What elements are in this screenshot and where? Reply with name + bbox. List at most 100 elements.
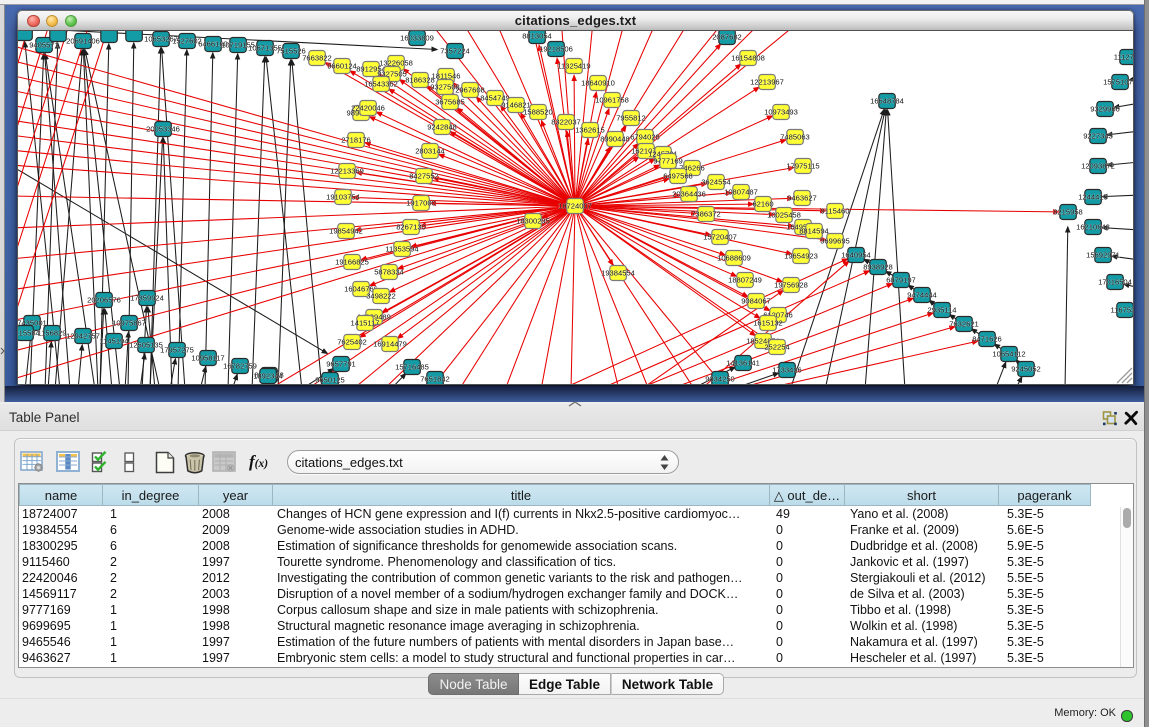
svg-text:7386372: 7386372 xyxy=(691,210,721,219)
svg-text:3915584: 3915584 xyxy=(17,329,40,338)
svg-text:2718176: 2718176 xyxy=(341,136,371,145)
svg-text:10973493: 10973493 xyxy=(764,108,798,117)
svg-text:7651842: 7651842 xyxy=(420,375,450,384)
svg-text:1415117: 1415117 xyxy=(351,319,380,328)
svg-text:11325419: 11325419 xyxy=(557,62,590,71)
svg-text:9699695: 9699695 xyxy=(820,237,850,246)
svg-text:1640954: 1640954 xyxy=(841,251,871,260)
svg-text:7357224: 7357224 xyxy=(440,47,470,56)
svg-text:3675685: 3675685 xyxy=(435,98,465,107)
svg-text:14136141: 14136141 xyxy=(726,359,760,368)
svg-text:9242848: 9242848 xyxy=(427,123,457,132)
svg-text:10807487: 10807487 xyxy=(724,188,758,197)
svg-text:8267130: 8267130 xyxy=(396,223,426,232)
svg-text:15692971: 15692971 xyxy=(1086,251,1120,260)
svg-text:18640910: 18640910 xyxy=(581,79,615,88)
svg-text:19166825: 19166825 xyxy=(335,258,369,267)
svg-text:8813054: 8813054 xyxy=(522,32,552,41)
svg-text:3624554: 3624554 xyxy=(701,178,731,187)
svg-text:22420046: 22420046 xyxy=(351,104,385,113)
svg-text:18807249: 18807249 xyxy=(728,276,762,285)
svg-text:1615132: 1615132 xyxy=(753,319,783,328)
svg-text:16914479: 16914479 xyxy=(373,340,407,349)
svg-text:19218506: 19218506 xyxy=(539,45,573,54)
svg-text:20364436: 20364436 xyxy=(672,190,706,199)
svg-text:18300295: 18300295 xyxy=(516,217,550,226)
svg-text:6879197: 6879197 xyxy=(886,276,916,285)
svg-text:252254: 252254 xyxy=(764,343,789,352)
svg-text:17957275: 17957275 xyxy=(160,346,194,355)
svg-text:10958117: 10958117 xyxy=(191,354,224,363)
svg-text:17359924: 17359924 xyxy=(130,294,164,303)
svg-text:17016504: 17016504 xyxy=(1098,278,1132,287)
svg-text:8215958: 8215958 xyxy=(1053,208,1083,217)
svg-text:16543362: 16543362 xyxy=(364,80,398,89)
svg-text:17975115: 17975115 xyxy=(786,162,819,171)
svg-text:2935114: 2935114 xyxy=(928,306,957,315)
svg-text:9474444: 9474444 xyxy=(907,291,937,300)
svg-text:6794028: 6794028 xyxy=(630,133,660,142)
svg-text:9227343: 9227343 xyxy=(1083,132,1113,141)
svg-text:10961758: 10961758 xyxy=(595,96,629,105)
svg-text:12505135: 12505135 xyxy=(129,341,163,350)
svg-text:8427552: 8427552 xyxy=(409,172,439,181)
svg-text:1156829: 1156829 xyxy=(38,329,67,338)
svg-text:1145194: 1145194 xyxy=(100,337,129,346)
svg-text:9115460: 9115460 xyxy=(821,207,850,216)
svg-text:19103754: 19103754 xyxy=(326,193,360,202)
svg-text:12093872: 12093872 xyxy=(1081,162,1115,171)
svg-text:9329966: 9329966 xyxy=(1090,105,1120,114)
svg-text:12213369: 12213369 xyxy=(330,167,364,176)
svg-text:16648784: 16648784 xyxy=(870,97,904,106)
svg-text:1892344: 1892344 xyxy=(253,372,283,381)
svg-text:1588520: 1588520 xyxy=(523,108,553,117)
svg-text:10688609: 10688609 xyxy=(717,254,751,263)
svg-text:2087682: 2087682 xyxy=(712,33,742,42)
svg-text:15751074: 15751074 xyxy=(1103,78,1134,87)
svg-text:9245052: 9245052 xyxy=(1011,365,1041,374)
svg-text:1112733: 1112733 xyxy=(1114,53,1134,62)
svg-text:12942757: 12942757 xyxy=(66,332,100,341)
svg-text:15720407: 15720407 xyxy=(703,233,737,242)
svg-text:3498222: 3498222 xyxy=(366,292,396,301)
svg-text:16782759: 16782759 xyxy=(223,362,257,371)
svg-text:1167533: 1167533 xyxy=(1111,306,1135,315)
svg-text:19756928: 19756928 xyxy=(774,281,808,290)
svg-text:7625402: 7625402 xyxy=(337,338,367,347)
svg-text:16033809: 16033809 xyxy=(400,34,434,43)
svg-text:7955812: 7955812 xyxy=(616,114,646,123)
svg-text:20691406: 20691406 xyxy=(66,37,100,46)
svg-text:7485063: 7485063 xyxy=(780,133,810,142)
svg-text:19654923: 19654923 xyxy=(784,252,818,261)
svg-text:19384554: 19384554 xyxy=(601,269,635,278)
svg-text:20206576: 20206576 xyxy=(87,296,121,305)
svg-text:12213967: 12213967 xyxy=(750,78,784,87)
svg-text:1244415: 1244415 xyxy=(1078,193,1108,202)
svg-text:9034250: 9034250 xyxy=(705,375,735,384)
svg-text:7632621: 7632621 xyxy=(949,320,979,329)
svg-text:16154808: 16154808 xyxy=(731,54,765,63)
svg-text:10025458: 10025458 xyxy=(767,211,801,220)
svg-text:8814594: 8814594 xyxy=(799,227,829,236)
svg-text:8938928: 8938928 xyxy=(863,263,893,272)
svg-text:1733426: 1733426 xyxy=(772,366,802,375)
svg-text:10975867: 10975867 xyxy=(112,319,146,328)
svg-text:62160: 62160 xyxy=(752,200,773,209)
svg-text:6497568: 6497568 xyxy=(663,172,693,181)
svg-text:11353594: 11353594 xyxy=(385,245,418,254)
svg-text:8990448: 8990448 xyxy=(600,135,630,144)
svg-text:16210643: 16210643 xyxy=(1076,223,1110,232)
svg-text:10654112: 10654112 xyxy=(992,350,1025,359)
svg-text:9650125: 9650125 xyxy=(315,376,345,385)
svg-text:9660124: 9660124 xyxy=(327,62,357,71)
svg-text:1917000: 1917000 xyxy=(406,199,436,208)
svg-text:15716485: 15716485 xyxy=(395,363,429,372)
svg-text:20053346: 20053346 xyxy=(146,125,180,134)
svg-text:2803144: 2803144 xyxy=(415,147,445,156)
svg-text:9084067: 9084067 xyxy=(741,297,771,306)
svg-text:8471626: 8471626 xyxy=(972,335,1002,344)
svg-text:1362615: 1362615 xyxy=(575,126,605,135)
svg-text:18724007: 18724007 xyxy=(558,202,592,211)
svg-text:19854942: 19854942 xyxy=(329,227,363,236)
svg-text:9463627: 9463627 xyxy=(787,194,817,203)
